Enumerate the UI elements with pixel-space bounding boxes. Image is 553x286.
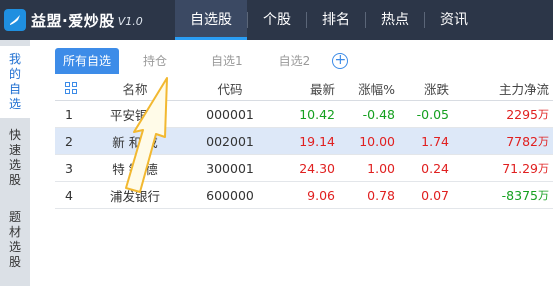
column-header-price[interactable]: 最新 xyxy=(277,76,335,100)
sidebar-char: 股 xyxy=(8,173,21,187)
sidebar-char: 选 xyxy=(8,240,21,254)
app-version: V1.0 xyxy=(117,15,143,28)
app-logo: 益盟·爱炒股 V1.0 xyxy=(4,7,143,33)
sidebar-item-theme-pick[interactable]: 题 材 选 股 xyxy=(0,210,30,274)
table-row[interactable]: 2 新 和 成 002001 19.14 10.00 1.74 7782 万 xyxy=(55,128,553,155)
column-header-main-flow[interactable]: 主力净流 xyxy=(465,76,549,100)
sidebar-char: 速 xyxy=(8,143,21,157)
column-settings-button[interactable] xyxy=(65,76,95,100)
stock-main-flow: 2295 万 xyxy=(465,101,549,127)
table-row[interactable]: 1 平安银行 000001 10.42 -0.48 -0.05 2295 万 xyxy=(55,101,553,128)
stock-change: 0.07 xyxy=(421,187,449,203)
stock-main-flow: 71.29 万 xyxy=(465,155,549,181)
app-name: 益盟·爱炒股 xyxy=(31,11,115,30)
main-flow-value: -8375 xyxy=(501,187,538,203)
stock-main-flow: -8375 万 xyxy=(465,182,549,208)
sidebar-char: 快 xyxy=(8,128,21,142)
tab-holdings[interactable]: 持仓 xyxy=(119,48,177,74)
stock-price: 9.06 xyxy=(307,187,335,203)
stock-name: 浦发银行 xyxy=(109,188,160,204)
sidebar-item-quick-pick[interactable]: 快 速 选 股 xyxy=(0,128,30,192)
tab-watchlist-2[interactable]: 自选2 xyxy=(253,48,321,74)
stock-price: 10.42 xyxy=(299,106,335,122)
top-nav-stock[interactable]: 个股 xyxy=(248,0,306,40)
stock-price: 19.14 xyxy=(299,133,335,149)
stock-change-pct: 0.78 xyxy=(367,187,395,203)
grid-icon xyxy=(65,82,77,94)
sidebar-char: 股 xyxy=(8,255,21,269)
column-header-change[interactable]: 涨跌 xyxy=(405,76,449,100)
main-flow-unit: 万 xyxy=(538,162,549,175)
plus-circle-icon[interactable]: + xyxy=(332,53,349,69)
table-row[interactable]: 3 特 锐 德 300001 24.30 1.00 0.24 71.29 万 xyxy=(55,155,553,182)
sidebar-char: 的 xyxy=(8,67,21,81)
stock-change: 1.74 xyxy=(421,133,449,149)
tab-all-watchlist[interactable]: 所有自选 xyxy=(55,48,120,74)
main-flow-value: 7782 xyxy=(506,133,538,149)
main-flow-unit: 万 xyxy=(538,135,549,148)
app-header: 益盟·爱炒股 V1.0 自选股 个股 排名 热点 资讯 xyxy=(0,0,553,40)
main-flow-value: 2295 xyxy=(506,106,538,122)
main-flow-value: 71.29 xyxy=(502,160,538,176)
row-index: 3 xyxy=(65,160,73,176)
sidebar-char: 题 xyxy=(8,210,21,224)
main-flow-unit: 万 xyxy=(538,108,549,121)
row-index: 4 xyxy=(65,187,73,203)
row-index: 1 xyxy=(65,106,73,122)
stock-name: 新 和 成 xyxy=(112,134,158,150)
top-nav-news[interactable]: 资讯 xyxy=(425,0,483,40)
column-header-name[interactable]: 名称 xyxy=(95,76,175,100)
top-nav-ranking[interactable]: 排名 xyxy=(307,0,365,40)
tab-watchlist-1[interactable]: 自选1 xyxy=(177,48,253,74)
sidebar-char: 选 xyxy=(8,97,21,111)
row-index: 2 xyxy=(65,133,73,149)
sidebar-char: 自 xyxy=(8,82,21,96)
stock-price: 24.30 xyxy=(299,160,335,176)
sidebar-char: 我 xyxy=(8,52,21,66)
stock-code: 600000 xyxy=(206,187,254,203)
stock-code: 300001 xyxy=(206,160,254,176)
stock-change-pct: 10.00 xyxy=(359,133,395,149)
stock-name: 特 锐 德 xyxy=(112,161,158,177)
left-sidebar: 我 的 自 选 快 速 选 股 题 材 选 股 xyxy=(0,40,30,286)
app-logo-icon xyxy=(4,9,26,31)
stock-change: -0.05 xyxy=(416,106,449,122)
table-header: 名称 代码 最新 涨幅% 涨跌 主力净流 xyxy=(55,76,553,101)
sidebar-char: 选 xyxy=(8,158,21,172)
stock-change: 0.24 xyxy=(421,160,449,176)
top-nav-hot[interactable]: 热点 xyxy=(366,0,424,40)
sidebar-char: 材 xyxy=(8,225,21,239)
main-flow-unit: 万 xyxy=(538,189,549,202)
stock-change-pct: 1.00 xyxy=(367,160,395,176)
sidebar-item-my-watchlist[interactable]: 我 的 自 选 xyxy=(0,46,30,118)
stock-name: 平安银行 xyxy=(109,107,160,123)
column-header-code[interactable]: 代码 xyxy=(195,76,265,100)
stock-main-flow: 7782 万 xyxy=(465,128,549,154)
stock-code: 002001 xyxy=(206,133,254,149)
column-header-change-pct[interactable]: 涨幅% xyxy=(342,76,395,100)
top-nav: 自选股 个股 排名 热点 资讯 xyxy=(175,0,483,40)
top-nav-watchlist[interactable]: 自选股 xyxy=(175,0,247,40)
watchlist-tabs: 所有自选 持仓 自选1 自选2 + xyxy=(55,48,349,74)
watchlist-table: 名称 代码 最新 涨幅% 涨跌 主力净流 1 平安银行 000001 10.42… xyxy=(55,76,553,209)
stock-code: 000001 xyxy=(206,106,254,122)
table-row[interactable]: 4 浦发银行 600000 9.06 0.78 0.07 -8375 万 xyxy=(55,182,553,209)
stock-change-pct: -0.48 xyxy=(362,106,395,122)
